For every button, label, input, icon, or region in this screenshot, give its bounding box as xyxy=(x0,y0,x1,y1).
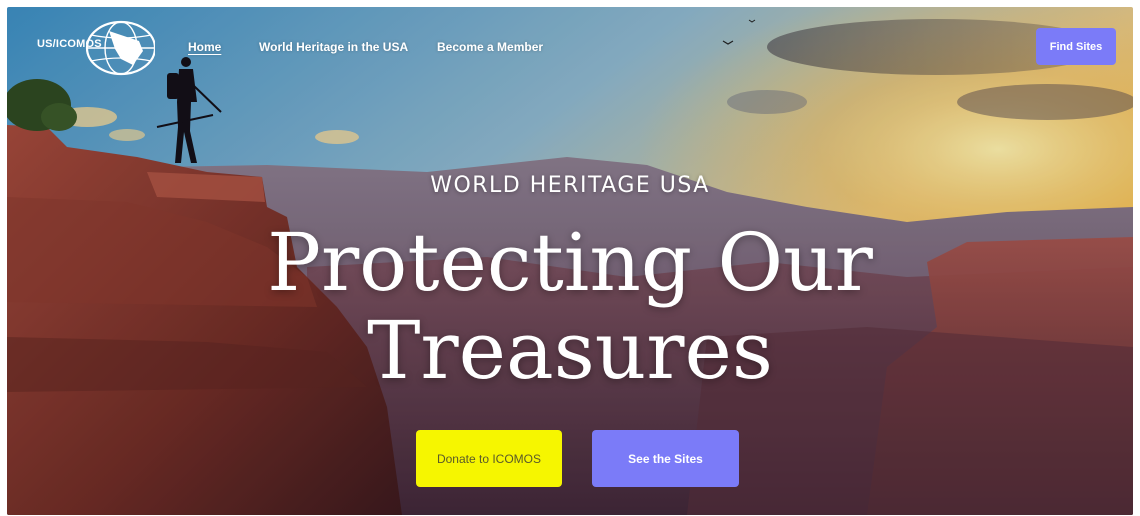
hero-section: US/ICOMOS Home World Heritage in the USA… xyxy=(7,7,1133,515)
nav-link-home[interactable]: Home xyxy=(188,40,221,54)
see-sites-button[interactable]: See the Sites xyxy=(592,430,739,487)
hero-headline-line2: Treasures xyxy=(367,304,773,397)
hero-headline: Protecting Our Treasures xyxy=(7,219,1133,395)
site-logo[interactable]: US/ICOMOS xyxy=(29,19,155,77)
nav-link-become-member[interactable]: Become a Member xyxy=(437,40,543,54)
top-navbar: US/ICOMOS Home World Heritage in the USA… xyxy=(7,7,1133,87)
hero-eyebrow: WORLD HERITAGE USA xyxy=(430,173,710,198)
nav-link-world-heritage-usa[interactable]: World Heritage in the USA xyxy=(259,40,408,54)
logo-text: US/ICOMOS xyxy=(37,38,102,50)
find-sites-button[interactable]: Find Sites xyxy=(1036,28,1116,65)
hero-headline-line1: Protecting Our xyxy=(267,216,873,309)
donate-button[interactable]: Donate to ICOMOS xyxy=(416,430,562,487)
